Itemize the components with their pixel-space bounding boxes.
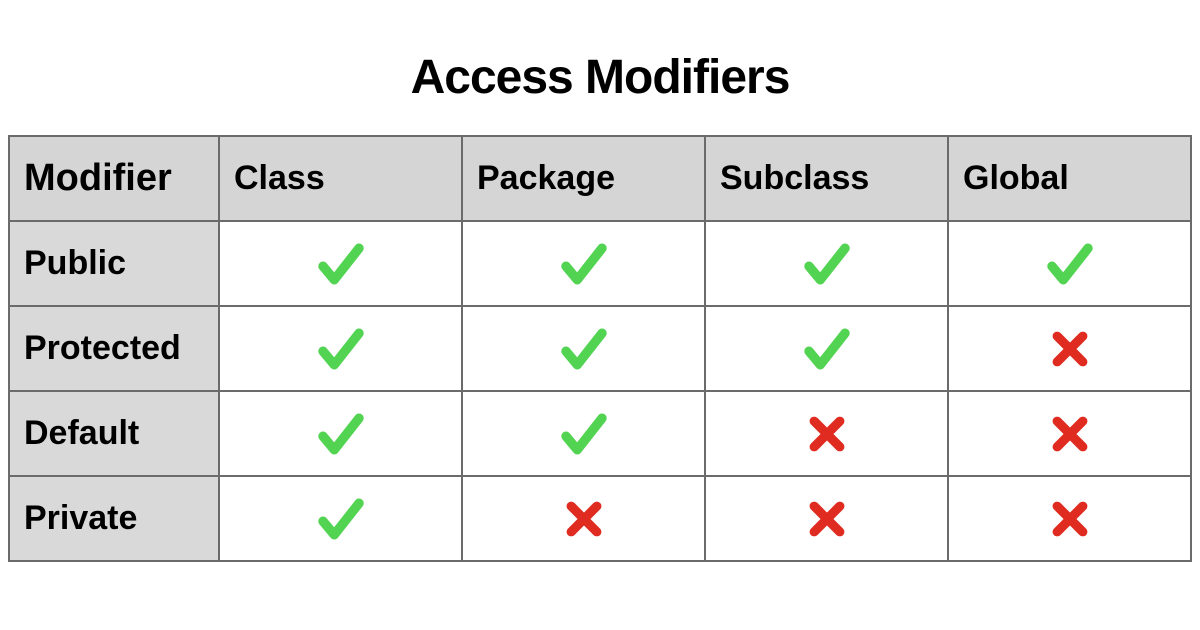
- table-row: Protected: [9, 306, 1191, 391]
- table-row: Default: [9, 391, 1191, 476]
- cross-icon: [1048, 412, 1092, 456]
- col-header-class: Class: [219, 136, 462, 221]
- table-body: PublicProtectedDefaultPrivate: [9, 221, 1191, 561]
- check-icon: [557, 322, 611, 376]
- table-cell: [462, 306, 705, 391]
- table-cell: [948, 391, 1191, 476]
- cross-icon: [1048, 497, 1092, 541]
- table-cell: [705, 476, 948, 561]
- check-icon: [557, 407, 611, 461]
- check-icon: [314, 492, 368, 546]
- check-icon: [800, 322, 854, 376]
- cross-icon: [1048, 327, 1092, 371]
- check-icon: [1043, 237, 1097, 291]
- table-cell: [462, 391, 705, 476]
- col-header-subclass: Subclass: [705, 136, 948, 221]
- check-icon: [557, 237, 611, 291]
- check-icon: [314, 407, 368, 461]
- table-cell: [948, 221, 1191, 306]
- col-header-modifier: Modifier: [9, 136, 219, 221]
- check-icon: [314, 237, 368, 291]
- page-title: Access Modifiers: [0, 50, 1200, 105]
- table-cell: [705, 306, 948, 391]
- table-row: Public: [9, 221, 1191, 306]
- table-cell: [948, 476, 1191, 561]
- check-icon: [800, 237, 854, 291]
- table-cell: [219, 306, 462, 391]
- table-cell: [705, 221, 948, 306]
- table-cell: [219, 391, 462, 476]
- table-cell: [219, 221, 462, 306]
- row-label: Private: [9, 476, 219, 561]
- table-cell: [462, 221, 705, 306]
- check-icon: [314, 322, 368, 376]
- row-label: Default: [9, 391, 219, 476]
- access-modifiers-table-wrapper: Modifier Class Package Subclass Global P…: [0, 135, 1200, 562]
- table-row: Private: [9, 476, 1191, 561]
- table-cell: [705, 391, 948, 476]
- access-modifiers-table: Modifier Class Package Subclass Global P…: [8, 135, 1192, 562]
- row-label: Public: [9, 221, 219, 306]
- table-cell: [948, 306, 1191, 391]
- table-cell: [219, 476, 462, 561]
- col-header-global: Global: [948, 136, 1191, 221]
- table-header-row: Modifier Class Package Subclass Global: [9, 136, 1191, 221]
- cross-icon: [805, 497, 849, 541]
- row-label: Protected: [9, 306, 219, 391]
- col-header-package: Package: [462, 136, 705, 221]
- cross-icon: [805, 412, 849, 456]
- cross-icon: [562, 497, 606, 541]
- table-cell: [462, 476, 705, 561]
